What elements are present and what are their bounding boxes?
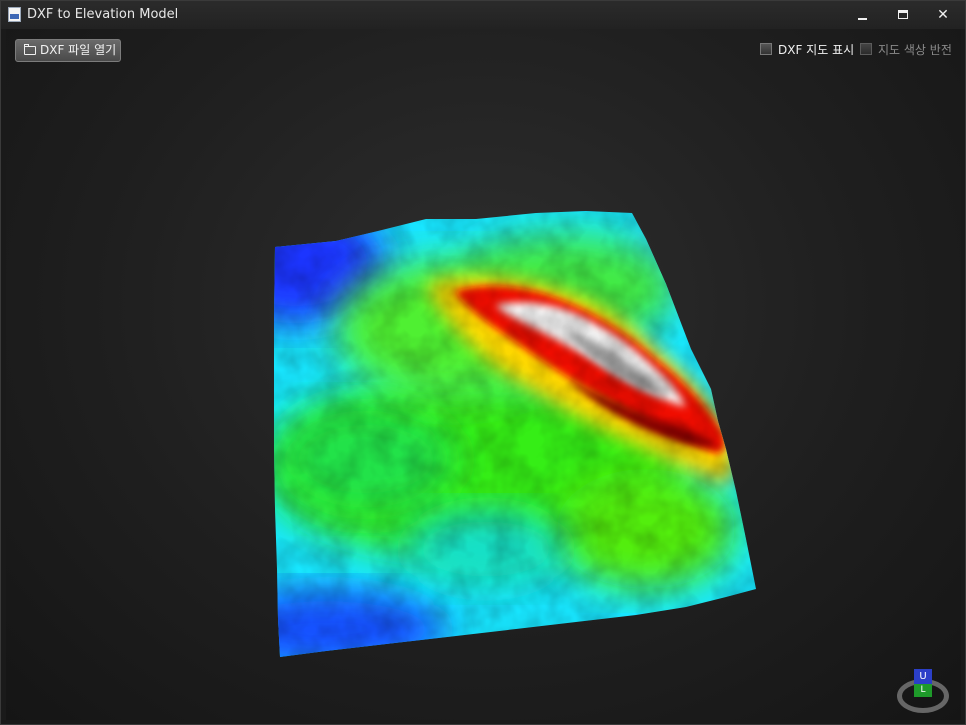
maximize-button[interactable] [883, 1, 923, 29]
elevation-model-surface[interactable] [6, 29, 961, 720]
view-navigation-cube[interactable]: U L [897, 669, 953, 715]
3d-viewport[interactable]: DXF 파일 열기 DXF 지도 표시 지도 색상 반전 U L [6, 29, 961, 720]
open-dxf-button[interactable]: DXF 파일 열기 [15, 39, 121, 62]
window-title: DXF to Elevation Model [27, 7, 179, 22]
cube-front-face[interactable]: L [914, 684, 932, 697]
app-dxf-icon [8, 7, 21, 22]
open-dxf-label: DXF 파일 열기 [40, 43, 117, 57]
show-dxf-map-checkbox[interactable] [760, 43, 772, 55]
app-window: DXF to Elevation Model ✕ DXF 파일 열기 DXF 지… [0, 0, 966, 725]
cube-top-face[interactable]: U [914, 669, 932, 684]
close-icon: ✕ [937, 7, 949, 23]
invert-map-color-checkbox[interactable] [860, 43, 872, 55]
close-button[interactable]: ✕ [923, 1, 963, 29]
minimize-icon [858, 18, 867, 20]
title-bar[interactable]: DXF to Elevation Model ✕ [1, 1, 965, 29]
show-dxf-map-label[interactable]: DXF 지도 표시 [778, 41, 854, 58]
minimize-button[interactable] [843, 1, 883, 29]
maximize-icon [898, 10, 908, 19]
folder-open-icon [24, 44, 36, 55]
invert-map-color-label[interactable]: 지도 색상 반전 [878, 41, 952, 58]
